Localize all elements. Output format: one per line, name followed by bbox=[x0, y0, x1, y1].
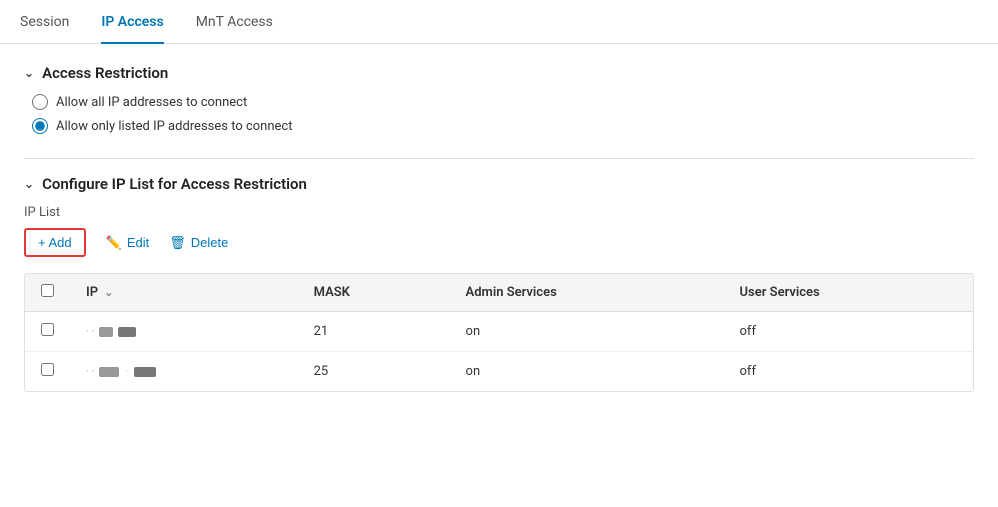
chevron-icon-2: ⌄ bbox=[24, 177, 34, 191]
access-restriction-section: ⌄ Access Restriction Allow all IP addres… bbox=[24, 64, 974, 134]
section-divider bbox=[24, 158, 974, 159]
th-mask: MASK bbox=[298, 274, 450, 312]
trash-icon: 🗑 bbox=[169, 235, 186, 251]
ip-list-section-header[interactable]: ⌄ Configure IP List for Access Restricti… bbox=[24, 175, 974, 193]
access-restriction-title: Access Restriction bbox=[42, 64, 168, 82]
edit-button[interactable]: ✏️ Edit bbox=[106, 235, 150, 251]
ip-table-wrapper: IP ⌄ MASK Admin Services User Services bbox=[24, 273, 974, 392]
chevron-icon: ⌄ bbox=[24, 66, 34, 80]
ip-list-toolbar: + Add ✏️ Edit 🗑 Delete bbox=[24, 228, 974, 257]
radio-allow-listed[interactable]: Allow only listed IP addresses to connec… bbox=[32, 118, 974, 134]
ip-block-3 bbox=[99, 367, 119, 377]
delete-label: Delete bbox=[191, 235, 229, 250]
tab-mnt-access[interactable]: MnT Access bbox=[196, 0, 273, 44]
sort-icon: ⌄ bbox=[104, 286, 113, 299]
row2-checkbox[interactable] bbox=[41, 363, 54, 376]
radio-allow-all-input[interactable] bbox=[32, 94, 48, 110]
tab-ip-access[interactable]: IP Access bbox=[101, 0, 163, 44]
ip-list-section: ⌄ Configure IP List for Access Restricti… bbox=[24, 175, 974, 392]
row1-ip: · · bbox=[70, 312, 298, 352]
delete-button[interactable]: 🗑 Delete bbox=[169, 235, 228, 251]
radio-allow-listed-input[interactable] bbox=[32, 118, 48, 134]
row1-user: off bbox=[724, 312, 973, 352]
ip-dots-3: · bbox=[126, 365, 129, 378]
ip-block-1 bbox=[99, 327, 113, 337]
access-restriction-header[interactable]: ⌄ Access Restriction bbox=[24, 64, 974, 82]
ip-dot-1: · · bbox=[86, 325, 94, 338]
row2-mask: 25 bbox=[298, 352, 450, 392]
th-ip[interactable]: IP ⌄ bbox=[70, 274, 298, 312]
ip-table: IP ⌄ MASK Admin Services User Services bbox=[25, 274, 973, 391]
ip-list-section-title: Configure IP List for Access Restriction bbox=[42, 175, 307, 193]
pencil-icon: ✏️ bbox=[106, 235, 122, 251]
access-radio-group: Allow all IP addresses to connect Allow … bbox=[32, 94, 974, 134]
th-checkbox bbox=[25, 274, 70, 312]
row1-checkbox-cell bbox=[25, 312, 70, 352]
ip-dots-2: · · bbox=[86, 365, 94, 378]
radio-allow-all-label: Allow all IP addresses to connect bbox=[56, 95, 247, 110]
radio-allow-listed-label: Allow only listed IP addresses to connec… bbox=[56, 119, 293, 134]
row2-ip: · · · bbox=[70, 352, 298, 392]
row1-checkbox[interactable] bbox=[41, 323, 54, 336]
radio-allow-all[interactable]: Allow all IP addresses to connect bbox=[32, 94, 974, 110]
row2-checkbox-cell bbox=[25, 352, 70, 392]
tab-session[interactable]: Session bbox=[20, 0, 69, 44]
tabs-bar: Session IP Access MnT Access bbox=[0, 0, 998, 44]
table-row: · · 21 on off bbox=[25, 312, 973, 352]
select-all-checkbox[interactable] bbox=[41, 284, 54, 297]
ip-block-4 bbox=[134, 367, 156, 377]
edit-label: Edit bbox=[127, 235, 149, 250]
ip-list-label: IP List bbox=[24, 205, 974, 220]
main-content: ⌄ Access Restriction Allow all IP addres… bbox=[0, 44, 998, 436]
th-admin: Admin Services bbox=[450, 274, 724, 312]
masked-ip-1: · · bbox=[86, 325, 282, 338]
th-user: User Services bbox=[724, 274, 973, 312]
table-header-row: IP ⌄ MASK Admin Services User Services bbox=[25, 274, 973, 312]
row2-user: off bbox=[724, 352, 973, 392]
ip-block-2 bbox=[118, 327, 136, 337]
table-row: · · · 25 on off bbox=[25, 352, 973, 392]
row1-admin: on bbox=[450, 312, 724, 352]
row2-admin: on bbox=[450, 352, 724, 392]
masked-ip-2: · · · bbox=[86, 365, 282, 378]
th-ip-label: IP bbox=[86, 285, 98, 300]
row1-mask: 21 bbox=[298, 312, 450, 352]
add-button[interactable]: + Add bbox=[24, 228, 86, 257]
